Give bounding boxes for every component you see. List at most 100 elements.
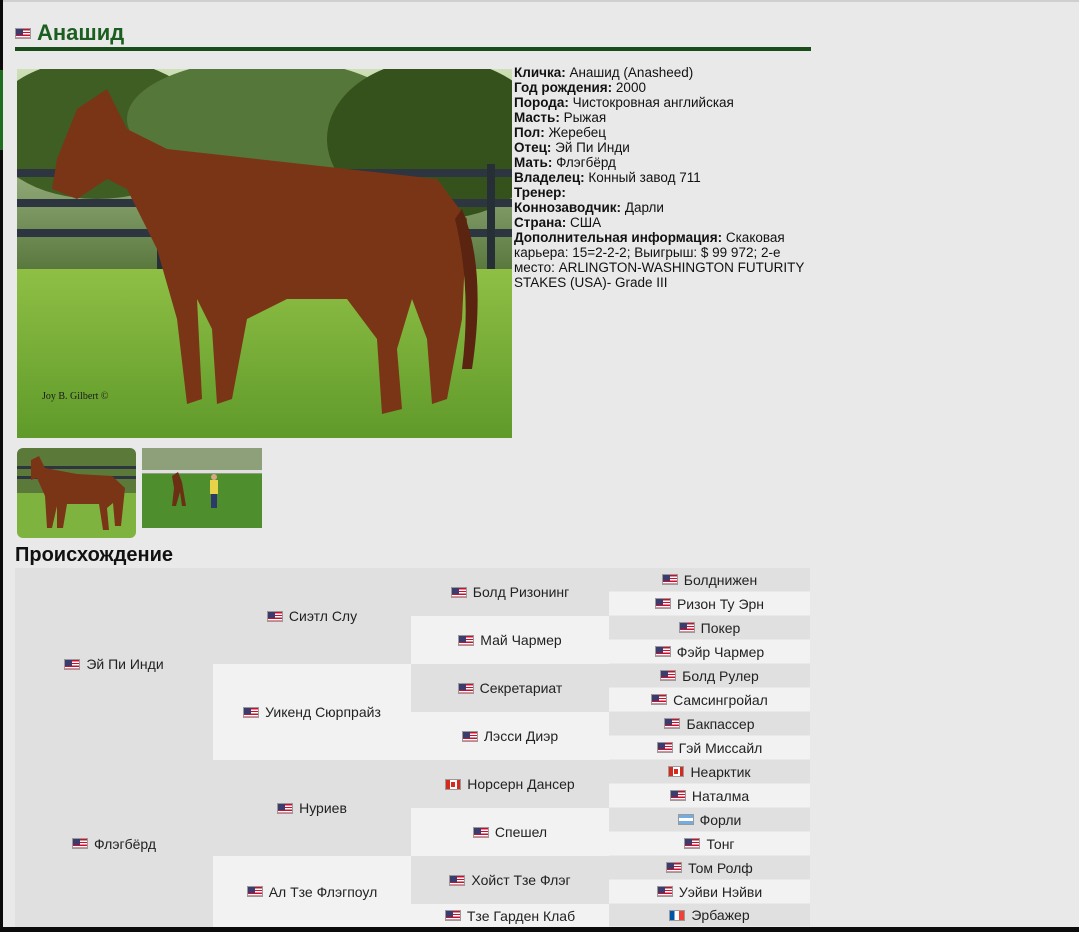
pedigree-cell-gen3[interactable]: Болд Ризонинг (411, 568, 609, 616)
horse-name-link[interactable]: Секретариат (480, 680, 563, 696)
pedigree-cell-gen1[interactable]: Флэгбёрд (15, 760, 213, 927)
horse-name-link[interactable]: Норсерн Дансер (467, 776, 574, 792)
horse-name-link[interactable]: Уэйви Нэйви (679, 884, 762, 900)
horse-name-link[interactable]: Болд Ризонинг (473, 584, 570, 600)
pedigree-cell-gen4[interactable]: Тонг (609, 832, 810, 856)
horse-name-link[interactable]: Флэгбёрд (94, 836, 156, 852)
us-flag-icon (678, 622, 695, 633)
horse-name-link[interactable]: Форли (700, 812, 742, 828)
thumbnail-1[interactable] (17, 448, 136, 538)
info-row: Масть: Рыжая (514, 110, 810, 125)
pedigree-title: Происхождение (15, 544, 174, 566)
fr-flag-icon (669, 909, 686, 921)
horse-name-link[interactable]: Том Ролф (688, 860, 753, 876)
info-row: Дополнительная информация: Скаковая карь… (514, 230, 810, 290)
horse-name-link[interactable]: Эрбажер (691, 907, 749, 923)
horse-name-link[interactable]: Самсингройал (673, 692, 768, 708)
us-flag-icon (472, 826, 489, 838)
pedigree-table: Эй Пи Инди Флэгбёрд Сиэтл Слу Уикенд Сюрпра… (15, 568, 810, 927)
info-row: Отец: Эй Пи Инди (514, 140, 810, 155)
info-value: Конный завод 711 (584, 170, 701, 185)
pedigree-cell-gen4[interactable]: Болд Рулер (609, 664, 810, 688)
horse-name-link[interactable]: Хойст Тзе Флэг (471, 872, 570, 888)
info-label: Год рождения: (514, 80, 613, 95)
info-value: 2000 (612, 80, 646, 95)
pedigree-cell-gen4[interactable]: Уэйви Нэйви (609, 880, 810, 904)
us-flag-icon (457, 682, 474, 694)
horse-name-link[interactable]: Наталма (692, 788, 749, 804)
horse-name-link[interactable]: Тзе Гарден Клаб (467, 908, 575, 924)
horse-name-link[interactable]: Ризон Ту Эрн (677, 596, 764, 612)
pedigree-cell-gen3[interactable]: Лэсси Диэр (411, 712, 609, 760)
pedigree-cell-gen2[interactable]: Сиэтл Слу (213, 568, 411, 664)
info-value: Жеребец (544, 125, 606, 140)
thumbnail-2[interactable] (142, 448, 262, 528)
horse-name-link[interactable]: Неарктик (690, 764, 750, 780)
us-flag-icon (71, 838, 88, 849)
us-flag-icon (458, 634, 475, 646)
info-row: Год рождения: 2000 (514, 80, 810, 95)
pedigree-cell-gen3[interactable]: Спешел (411, 808, 609, 856)
horse-name-link[interactable]: Фэйр Чармер (677, 644, 764, 660)
pedigree-cell-gen4[interactable]: Покер (609, 616, 810, 640)
pedigree-cell-gen2[interactable]: Ал Тзе Флэгпоул (213, 856, 411, 927)
pedigree-cell-gen4[interactable]: Болднижен (609, 568, 810, 592)
horse-name-link[interactable]: Уикенд Сюрпрайз (265, 704, 381, 720)
us-flag-icon (243, 706, 260, 718)
pedigree-cell-gen4[interactable]: Неарктик (609, 760, 810, 784)
info-row: Страна: США (514, 215, 810, 230)
horse-name-link[interactable]: Покер (701, 620, 741, 636)
pedigree-cell-gen4[interactable]: Эрбажер (609, 904, 810, 927)
horse-name-link[interactable]: Эй Пи Инди (86, 656, 163, 672)
us-flag-icon (661, 574, 678, 585)
info-label: Кличка: (514, 65, 566, 80)
pedigree-cell-gen3[interactable]: Тзе Гарден Клаб (411, 904, 609, 927)
pedigree-cell-gen4[interactable]: Бакпассер (609, 712, 810, 736)
pedigree-cell-gen2[interactable]: Нуриев (213, 760, 411, 856)
page-header: Анашид (15, 20, 124, 46)
pedigree-cell-gen4[interactable]: Наталма (609, 784, 810, 808)
horse-name-link[interactable]: Лэсси Диэр (484, 728, 558, 744)
info-row: Пол: Жеребец (514, 125, 810, 140)
horse-name-link[interactable]: Бакпассер (686, 716, 754, 732)
pedigree-cell-gen3[interactable]: Секретариат (411, 664, 609, 712)
horse-name-link[interactable]: Спешел (495, 824, 547, 840)
title-divider (15, 47, 811, 51)
ar-flag-icon (677, 814, 694, 825)
info-row: Владелец: Конный завод 711 (514, 170, 810, 185)
pedigree-cell-gen3[interactable]: Май Чармер (411, 616, 609, 664)
pedigree-cell-gen4[interactable]: Фэйр Чармер (609, 640, 810, 664)
us-flag-icon (656, 886, 673, 897)
info-label: Коннозаводчик: (514, 200, 622, 215)
info-value: Анашид (Anasheed) (565, 65, 694, 80)
pedigree-cell-gen4[interactable]: Самсингройал (609, 688, 810, 712)
us-flag-icon (669, 790, 686, 801)
us-flag-icon (666, 862, 683, 873)
pedigree-cell-gen4[interactable]: Том Ролф (609, 856, 810, 880)
info-value: Дарли (621, 200, 664, 215)
main-horse-photo[interactable]: Joy B. Gilbert © (17, 69, 512, 438)
info-label: Отец: (514, 140, 552, 155)
horse-name-link[interactable]: Ал Тзе Флэгпоул (269, 884, 378, 900)
horse-name-link[interactable]: Нуриев (299, 800, 347, 816)
bottom-border (0, 927, 1079, 932)
pedigree-cell-gen2[interactable]: Уикенд Сюрпрайз (213, 664, 411, 760)
us-flag-icon (654, 598, 671, 609)
pedigree-cell-gen4[interactable]: Ризон Ту Эрн (609, 592, 810, 616)
horse-name-link[interactable]: Сиэтл Слу (289, 608, 357, 624)
horse-name-link[interactable]: Тонг (706, 836, 734, 852)
us-flag-icon (450, 586, 467, 598)
pedigree-cell-gen4[interactable]: Форли (609, 808, 810, 832)
info-label: Страна: (514, 215, 567, 230)
horse-name-link[interactable]: Болднижен (684, 572, 757, 588)
pedigree-cell-gen4[interactable]: Гэй Миссайл (609, 736, 810, 760)
pedigree-cell-gen3[interactable]: Норсерн Дансер (411, 760, 609, 808)
pedigree-cell-gen3[interactable]: Хойст Тзе Флэг (411, 856, 609, 904)
info-label: Порода: (514, 95, 569, 110)
pedigree-cell-gen1[interactable]: Эй Пи Инди (15, 568, 213, 760)
horse-name-link[interactable]: Гэй Миссайл (679, 740, 763, 756)
us-flag-icon (15, 28, 31, 39)
horse-name-link[interactable]: Май Чармер (480, 632, 561, 648)
left-border (0, 0, 3, 932)
horse-name-link[interactable]: Болд Рулер (682, 668, 759, 684)
